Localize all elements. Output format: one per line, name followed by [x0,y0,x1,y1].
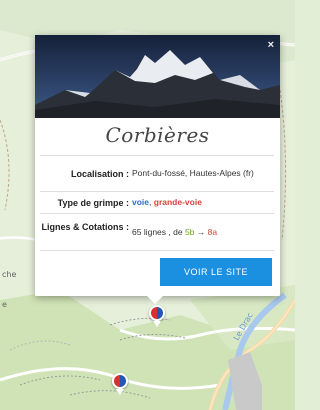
info-value-routes: 65 lignes , de 5b → 8a [132,227,274,238]
type-grande-voie: grande-voie [153,197,202,207]
marker-right-half [157,307,163,319]
grade-arrow: → [194,226,208,237]
type-voie: voie [132,197,150,207]
grade-max: 8a [207,226,218,237]
info-label: Lignes & Cotations : [41,222,130,232]
site-info-table: Localisation : Pont-du-fossé, Hautes-Alp… [40,155,274,251]
info-label: Localisation : [70,168,129,179]
map-place-label: e [2,300,7,309]
info-row-localisation: Localisation : Pont-du-fossé, Hautes-Alp… [40,155,274,191]
site-popup: × Corbières Localisation : Pont-du-fossé… [35,35,280,296]
climbing-site-marker[interactable] [112,373,128,389]
routes-count: 65 lignes , de [132,226,185,237]
info-value-type: voie, grande-voie [132,197,274,208]
marker-right-half [120,375,126,387]
site-title: Corbières [105,123,210,147]
info-label: Type de grimpe : [57,197,129,208]
marker-pin-tail [153,321,161,327]
map-place-label: che [2,270,17,279]
site-photo [35,35,280,118]
view-site-button[interactable]: VOIR LE SITE [160,258,272,286]
info-row-type: Type de grimpe : voie, grande-voie [40,191,274,213]
grade-min: 5b [184,226,195,237]
climbing-site-marker[interactable] [149,305,165,321]
popup-pointer [147,296,163,304]
info-row-lignes: Lignes & Cotations : 65 lignes , de 5b →… [40,213,274,251]
info-value-location: Pont-du-fossé, Hautes-Alpes (fr) [132,168,254,178]
marker-pin-tail [116,389,124,395]
close-icon[interactable]: × [268,39,274,51]
